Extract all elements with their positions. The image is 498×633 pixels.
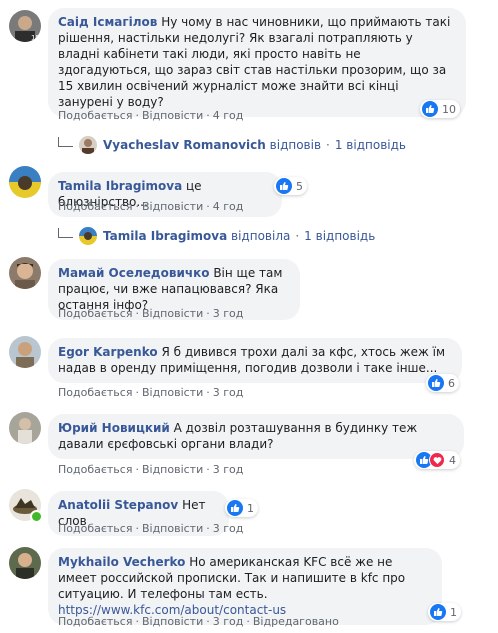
comment-bubble: Юрий Новицкий А дозвіл розташування в бу… [48,414,464,459]
reaction-summary[interactable]: 10 [420,100,460,118]
comment-actions: Подобається · Відповісти · 3 год [58,307,243,321]
replies-link[interactable]: Tamila Ibragimova відповіла · 1 відповідь [58,227,375,245]
reply-count: 1 відповідь [334,138,406,152]
replies-link[interactable]: Vyacheslav Romanovich відповів · 1 відпові… [58,136,406,154]
timestamp[interactable]: 3 год [213,463,244,476]
reaction-summary[interactable]: 5 [274,177,307,195]
timestamp[interactable]: 4 год [213,200,244,213]
timestamp[interactable]: 4 год [213,109,244,122]
reaction-summary[interactable]: 4 [414,451,460,469]
reaction-summary[interactable]: 1 [225,499,258,517]
separator: · [135,615,139,628]
comment-author[interactable]: Anatolii Stepanov [58,498,178,512]
like-link[interactable]: Подобається [58,522,132,535]
timestamp[interactable]: 3 год [213,307,244,320]
separator: · [135,386,139,399]
separator: · [206,307,210,320]
reply-verb: відповіла [231,229,291,243]
reply-link[interactable]: Відповісти [142,109,203,122]
reply-link[interactable]: Відповісти [142,615,203,628]
avatar[interactable] [9,166,41,198]
like-link[interactable]: Подобається [58,307,132,320]
reaction-summary[interactable]: 1 [428,603,461,621]
comment-author[interactable]: Tamila Ibragimova [58,179,182,193]
separator: · [246,615,250,628]
reply-link[interactable]: Відповісти [142,307,203,320]
reply-author: Vyacheslav Romanovich [103,138,266,152]
comment-author[interactable]: Мамай Оселедовичко [58,266,209,280]
reaction-count: 5 [296,179,303,193]
separator: · [206,463,210,476]
comment-author[interactable]: Юрий Новицкий [58,421,170,435]
thumbs-up-icon [276,178,292,194]
reaction-count: 10 [442,102,456,116]
thumbs-up-icon [430,604,446,620]
separator: · [206,615,210,628]
avatar [79,227,97,245]
comment-actions: Подобається · Відповісти · 3 год · Відредагова… [58,615,339,629]
comment-actions: Подобається · Відповісти · 4 год [58,200,243,214]
reaction-count: 1 [247,501,254,515]
comment-author[interactable]: Mykhailo Vecherko [58,555,185,569]
reaction-summary[interactable]: 6 [426,374,459,392]
heart-icon [429,452,445,468]
separator: · [135,307,139,320]
like-link[interactable]: Подобається [58,386,132,399]
like-link[interactable]: Подобається [58,109,132,122]
avatar[interactable] [9,257,41,289]
separator: · [135,109,139,122]
avatar[interactable] [9,336,41,368]
reply-link[interactable]: Відповісти [142,463,203,476]
thumbs-up-icon [428,375,444,391]
separator: · [206,200,210,213]
reply-count: 1 відповідь [304,229,376,243]
separator: · [206,386,210,399]
separator: · [135,463,139,476]
comment-bubble: Egor Karpenko Я б дивився трохи далі за … [48,338,462,383]
like-link[interactable]: Подобається [58,615,132,628]
reaction-count: 1 [450,605,457,619]
comment-bubble: Mykhailo Vecherko Но американская KFC вс… [48,548,442,625]
reply-link[interactable]: Відповісти [142,386,203,399]
timestamp[interactable]: 3 год [213,522,244,535]
avatar[interactable] [9,547,41,579]
thumbs-up-icon [422,101,438,117]
avatar[interactable] [9,412,41,444]
reaction-count: 4 [449,453,456,467]
thumbs-up-icon [227,500,243,516]
comment-actions: Подобається · Відповісти · 3 год [58,463,243,477]
comment-author[interactable]: Саід Ісмагілов [58,15,157,29]
edited-label[interactable]: Відредаговано [253,615,339,628]
separator: · [206,109,210,122]
svg-text:15: 15 [31,34,40,42]
reply-link[interactable]: Відповісти [142,200,203,213]
avatar [79,136,97,154]
comment-actions: Подобається · Відповісти · 4 год [58,109,243,123]
separator: · [326,138,330,152]
comment-actions: Подобається · Відповісти · 3 год [58,386,243,400]
comment-actions: Подобається · Відповісти · 3 год [58,522,243,536]
separator: · [135,522,139,535]
separator: · [295,229,300,243]
timestamp[interactable]: 3 год [213,615,244,628]
timestamp[interactable]: 3 год [213,386,244,399]
comment-bubble: Саід Ісмагілов Ну чому в нас чиновники, … [48,8,466,117]
like-link[interactable]: Подобається [58,200,132,213]
reply-verb: відповів [269,138,322,152]
reaction-count: 6 [448,376,455,390]
avatar[interactable]: 15 [9,10,41,42]
reply-connector [58,137,73,147]
comment-author[interactable]: Egor Karpenko [58,345,158,359]
separator: · [206,522,210,535]
online-status-icon [30,510,43,523]
reply-connector [58,228,73,238]
reply-link[interactable]: Відповісти [142,522,203,535]
separator: · [135,200,139,213]
reply-author: Tamila Ibragimova [103,229,228,243]
comment-text: Ну чому в нас чиновники, що приймають та… [58,15,451,109]
like-link[interactable]: Подобається [58,463,132,476]
